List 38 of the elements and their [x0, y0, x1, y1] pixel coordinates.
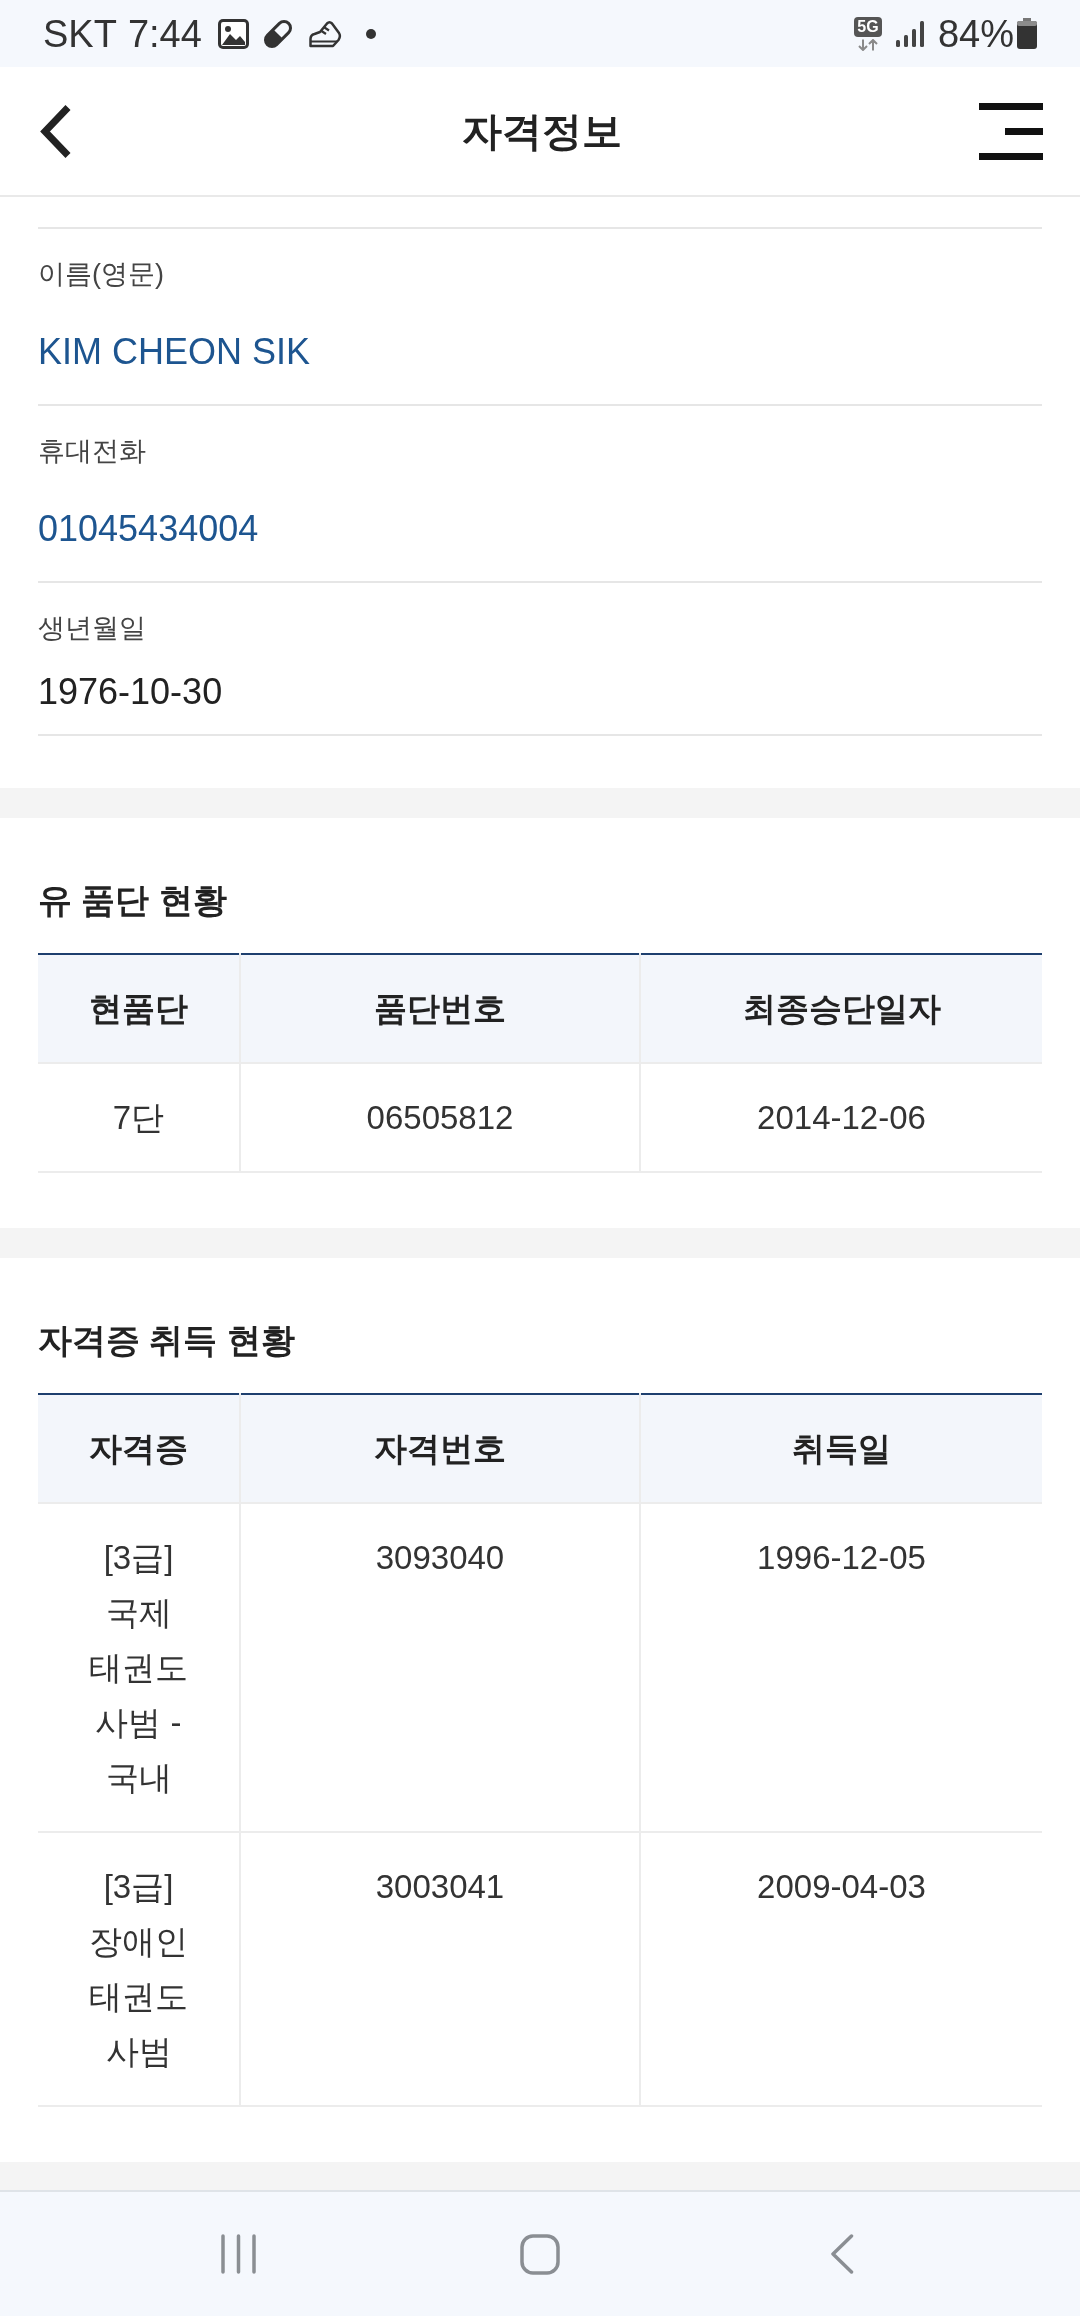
page-title: 자격정보 [461, 108, 622, 155]
recent-apps-icon[interactable] [220, 2234, 256, 2274]
data-arrows-icon [856, 38, 879, 51]
field-label: 생년월일 [38, 612, 147, 645]
menu-icon[interactable] [979, 102, 1043, 160]
battery-percent: 84% [937, 11, 1014, 56]
table-cell: [3급] 장애인 태권도 사범 [38, 1832, 240, 2106]
table-cell: 7단 [38, 1063, 240, 1172]
column-header: 자격번호 [240, 1394, 640, 1503]
image-icon [217, 18, 249, 49]
table-cell: 1996-12-05 [640, 1503, 1042, 1832]
section-title: 자격증 취득 현황 [38, 1320, 296, 1361]
field-value: 01045434004 [38, 507, 260, 551]
column-header: 최종승단일자 [640, 954, 1042, 1063]
column-header: 품단번호 [240, 954, 640, 1063]
sneaker-icon [307, 18, 342, 49]
carrier-name: SKT [43, 11, 117, 56]
column-header: 자격증 [38, 1394, 240, 1503]
table-cell: [3급] 국제 태권도 사범 - 국내 [38, 1503, 240, 1832]
battery-icon [1017, 18, 1037, 49]
column-header: 현품단 [38, 954, 240, 1063]
table-cell: 06505812 [240, 1063, 640, 1172]
network-type-label: 5G [854, 16, 882, 37]
column-header: 취득일 [640, 1394, 1042, 1503]
table-cell: 3093040 [240, 1503, 640, 1832]
back-icon[interactable] [40, 103, 72, 159]
field-label: 이름(영문) [38, 258, 165, 291]
field-value: KIM CHEON SIK [38, 330, 312, 374]
table-cell: 2014-12-06 [640, 1063, 1042, 1172]
notification-dot-icon [365, 28, 376, 39]
table-cell: 3003041 [240, 1832, 640, 2106]
section-title: 유 품단 현황 [38, 880, 228, 921]
signal-icon [895, 20, 924, 47]
field-label: 휴대전화 [38, 435, 147, 468]
home-icon[interactable] [520, 2233, 560, 2275]
field-value: 1976-10-30 [38, 670, 224, 714]
table-cell: 2009-04-03 [640, 1832, 1042, 2106]
clock-time: 7:44 [127, 11, 202, 56]
